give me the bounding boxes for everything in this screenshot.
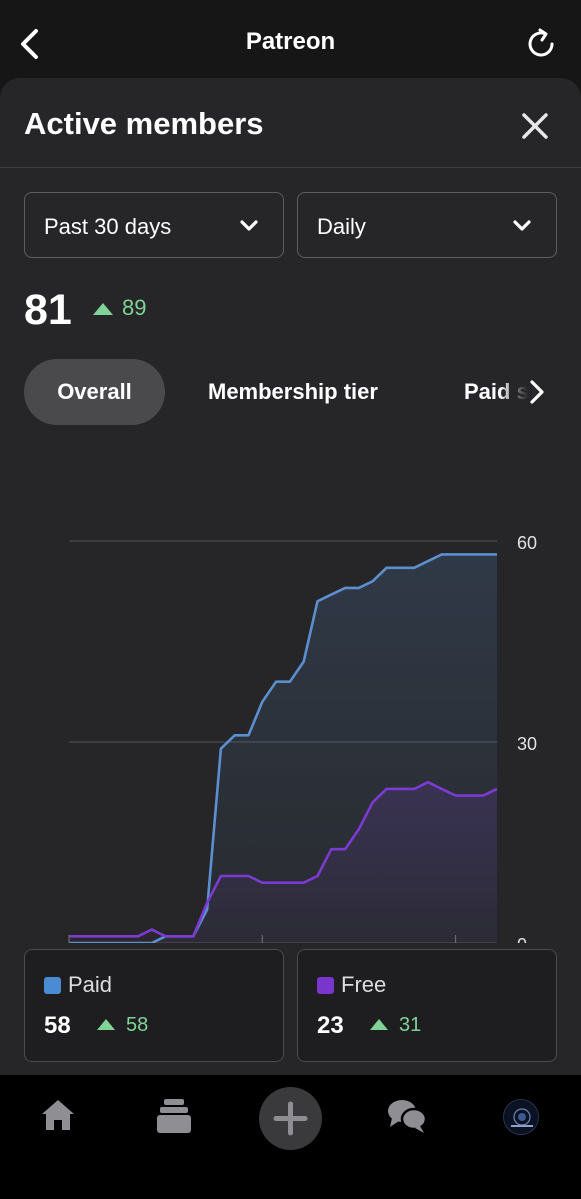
create-button[interactable] (259, 1087, 322, 1150)
free-change: 31 (399, 1014, 422, 1036)
legend-paid: Paid 58 58 (24, 949, 284, 1062)
sheet-header: Active members (0, 78, 581, 168)
period-label: Past 30 days (44, 214, 172, 239)
y-tick-label: 0 (517, 935, 527, 943)
refresh-icon[interactable] (523, 26, 559, 62)
trend-up-icon (93, 303, 113, 315)
free-label: Free (341, 972, 387, 997)
avatar-image (505, 1101, 538, 1134)
chat-icon[interactable] (386, 1097, 428, 1135)
chevron-down-icon (513, 220, 531, 231)
sheet-title: Active members (24, 106, 264, 141)
y-tick-label: 60 (517, 533, 537, 553)
paid-value: 58 (44, 1012, 71, 1039)
free-swatch (317, 977, 334, 994)
chevron-right-icon[interactable] (527, 379, 547, 405)
period-dropdown[interactable]: Past 30 days (24, 192, 284, 258)
y-tick-label: 30 (517, 734, 537, 754)
total-members: 81 (24, 286, 72, 334)
library-icon[interactable] (156, 1097, 192, 1135)
top-bar: Patreon (0, 0, 581, 78)
free-value: 23 (317, 1012, 344, 1039)
close-icon[interactable] (521, 112, 549, 140)
tab-membership-tier[interactable]: Membership tier (208, 359, 378, 425)
members-chart: 0306006/2707/1107/25 (68, 533, 537, 943)
app-title: Patreon (245, 28, 336, 55)
total-change: 89 (122, 295, 147, 320)
paid-change: 58 (126, 1014, 149, 1036)
active-members-sheet: Active members Past 30 days Daily 81 89 … (0, 78, 581, 1075)
tab-overall[interactable]: Overall (24, 359, 165, 425)
paid-label: Paid (68, 972, 113, 997)
paid-swatch (44, 977, 61, 994)
tab-paid[interactable]: Paid s (464, 359, 528, 425)
interval-label: Daily (317, 214, 366, 239)
home-icon[interactable] (40, 1098, 76, 1132)
legend-free: Free 23 31 (297, 949, 557, 1062)
trend-up-icon (97, 1019, 115, 1030)
profile-avatar[interactable] (503, 1099, 539, 1135)
trend-up-icon (370, 1019, 388, 1030)
chevron-down-icon (240, 220, 258, 231)
bottom-nav (0, 1075, 581, 1199)
interval-dropdown[interactable]: Daily (297, 192, 557, 258)
plus-icon (273, 1101, 308, 1136)
